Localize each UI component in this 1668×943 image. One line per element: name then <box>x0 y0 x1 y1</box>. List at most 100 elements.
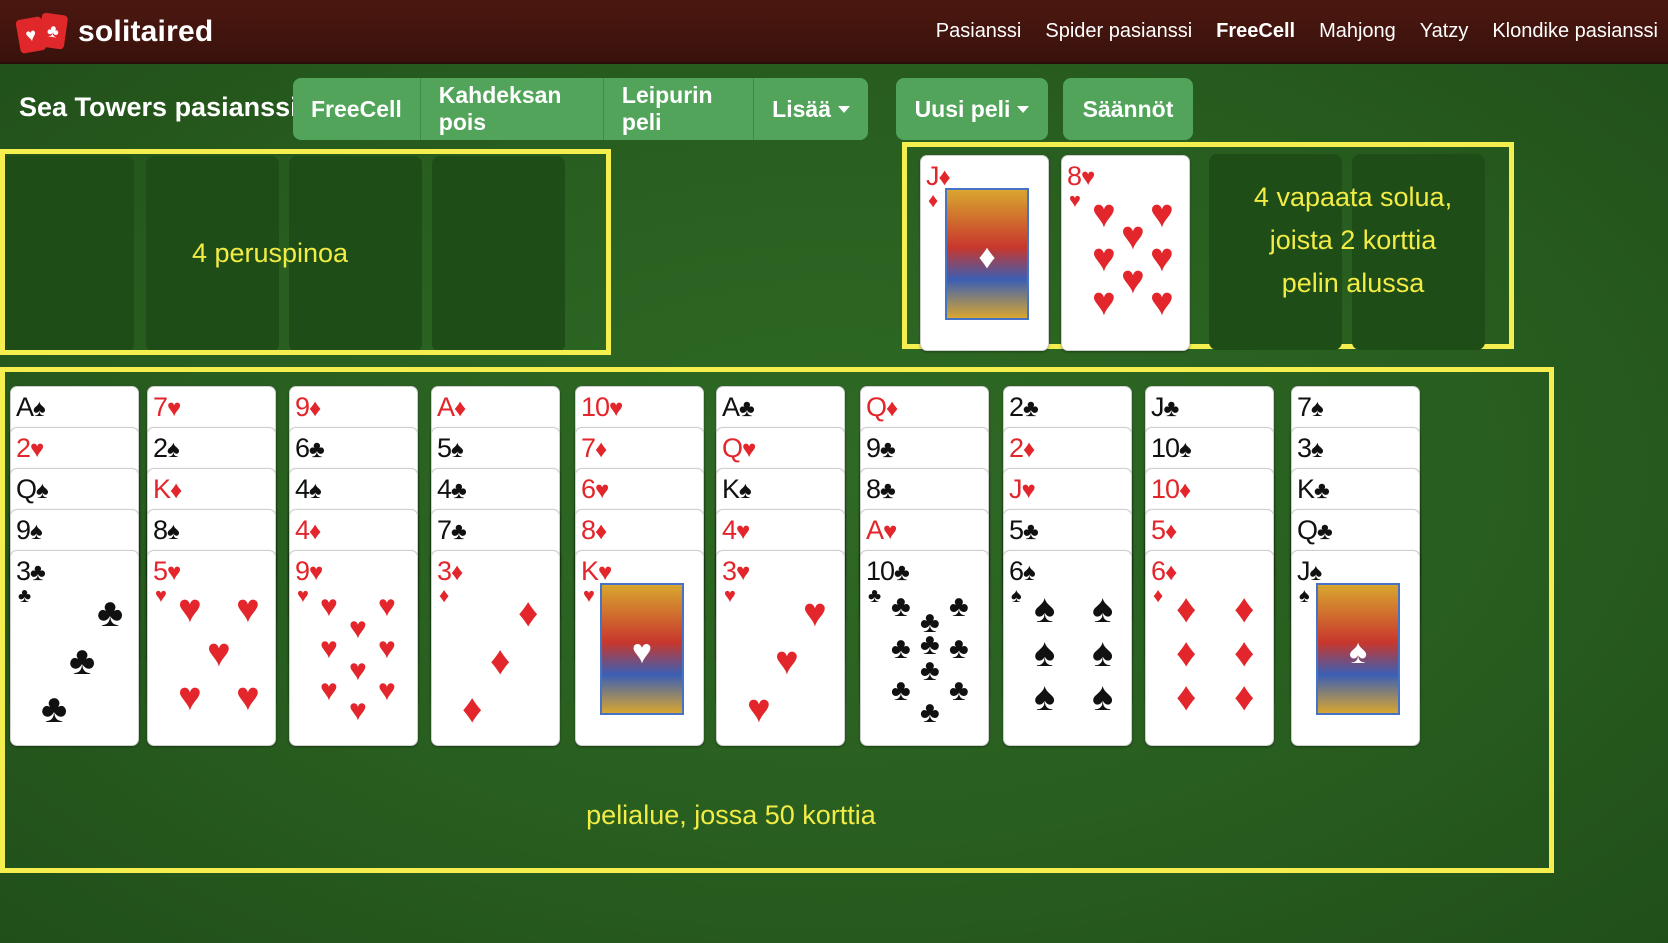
card-index: 2♠ <box>153 433 180 463</box>
hearts-icon: ♥ <box>803 591 827 635</box>
clubs-icon: ♣ <box>868 585 882 607</box>
game-variant-menu: FreeCell Kahdeksan pois Leipurin peli Li… <box>293 78 868 140</box>
spades-icon: ♠ <box>1092 587 1114 631</box>
card-index: A♥ <box>866 515 897 545</box>
diamonds-icon: ♦ <box>1153 585 1164 607</box>
tableau-card[interactable]: 10♣ ♣ ♣ ♣ ♣ ♣ ♣ ♣ ♣ ♣ ♣ ♣ <box>860 550 989 746</box>
card-index: 3♦ <box>437 556 463 586</box>
card-index: 3♣ <box>16 556 46 586</box>
rules-button[interactable]: Säännöt <box>1063 78 1193 140</box>
nav-item-freecell[interactable]: FreeCell <box>1216 20 1295 43</box>
diamonds-icon: ♦ <box>1176 587 1197 631</box>
card-index: 8♣ <box>866 474 896 504</box>
hearts-icon: ♥ <box>320 674 338 707</box>
hearts-icon: ♥ <box>1069 190 1081 212</box>
card-index: 5♠ <box>437 433 464 463</box>
hearts-icon: ♥ <box>1150 192 1174 236</box>
hearts-icon: ♥ <box>724 585 736 607</box>
clubs-icon: ♣ <box>949 632 969 665</box>
nav-item-klondike[interactable]: Klondike pasianssi <box>1492 20 1658 43</box>
diamonds-icon: ♦ <box>462 687 483 731</box>
freecells-annotation: 4 vapaata solua, joista 2 korttia pelin … <box>1253 182 1453 298</box>
card-index: 6♦ <box>1151 556 1177 586</box>
hearts-icon: ♥ <box>1150 280 1174 324</box>
new-game-group: Uusi peli <box>896 78 1048 140</box>
card-index: Q♣ <box>1297 515 1333 545</box>
spades-icon: ♠ <box>1034 587 1056 631</box>
more-variants-dropdown[interactable]: Lisää <box>754 78 868 140</box>
brand-logo[interactable]: ♥ ♣ solitaired <box>15 12 214 54</box>
hearts-icon: ♥ <box>1092 236 1116 280</box>
card-index: 5♥ <box>153 556 181 586</box>
card-index: A♠ <box>16 392 46 422</box>
rules-group: Säännöt <box>1063 78 1193 140</box>
clubs-icon: ♣ <box>949 590 969 623</box>
card-index: K♠ <box>722 474 752 504</box>
spades-icon: ♠ <box>1034 631 1056 675</box>
card-index: K♣ <box>1297 474 1330 504</box>
spades-icon: ♠ <box>1092 631 1114 675</box>
card-index: 9♦ <box>295 392 321 422</box>
tableau-card[interactable]: 6♦ ♦ ♦ ♦ ♦ ♦ ♦ ♦ <box>1145 550 1274 746</box>
chevron-down-icon <box>838 105 850 113</box>
card-index: K♦ <box>153 474 182 504</box>
hearts-icon: ♥ <box>1092 192 1116 236</box>
foundations-annotation: 4 peruspinoa <box>191 238 349 268</box>
hearts-icon: ♥ <box>378 632 396 665</box>
card-index: 8♦ <box>581 515 607 545</box>
freecell-card-1[interactable]: J♦ ♦ ♦ <box>920 155 1049 351</box>
card-index: 4♠ <box>295 474 322 504</box>
hearts-icon: ♥ <box>1121 214 1145 258</box>
tableau-card[interactable]: 6♠ ♠ ♠ ♠ ♠ ♠ ♠ ♠ <box>1003 550 1132 746</box>
spades-icon: ♠ <box>1011 585 1022 607</box>
clubs-icon: ♣ <box>891 632 911 665</box>
tableau-card[interactable]: 3♥ ♥ ♥ ♥ ♥ <box>716 550 845 746</box>
freecell-card-2[interactable]: 8♥ ♥ ♥ ♥ ♥ ♥ ♥ ♥ ♥ ♥ <box>1061 155 1190 351</box>
court-figure-icon: ♥ <box>600 583 684 715</box>
card-index: 9♣ <box>866 433 896 463</box>
tableau-card[interactable]: 3♦ ♦ ♦ ♦ ♦ <box>431 550 560 746</box>
diamonds-icon: ♦ <box>490 639 511 683</box>
diamonds-icon: ♦ <box>1234 631 1255 675</box>
hearts-icon: ♥ <box>1150 236 1174 280</box>
card-index: 6♠ <box>1009 556 1036 586</box>
tableau-annotation: pelialue, jossa 50 korttia <box>586 800 876 830</box>
hearts-icon: ♥ <box>1092 280 1116 324</box>
hearts-icon: ♥ <box>775 639 799 683</box>
clubs-icon: ♣ <box>920 628 940 661</box>
card-index: 9♥ <box>295 556 323 586</box>
diamonds-icon: ♦ <box>1234 675 1255 719</box>
card-index: 7♣ <box>437 515 467 545</box>
clubs-icon: ♣ <box>891 590 911 623</box>
main-nav: Pasianssi Spider pasianssi FreeCell Mahj… <box>912 20 1658 43</box>
hearts-icon: ♥ <box>1121 258 1145 302</box>
tableau-card[interactable]: J♠ ♠ ♠ <box>1291 550 1420 746</box>
card-index: 5♣ <box>1009 515 1039 545</box>
chevron-down-icon <box>1017 105 1030 113</box>
diamonds-icon: ♦ <box>928 190 939 212</box>
nav-item-mahjong[interactable]: Mahjong <box>1319 20 1396 43</box>
variant-kahdeksan-pois-button[interactable]: Kahdeksan pois <box>421 78 604 140</box>
variant-freecell-button[interactable]: FreeCell <box>293 78 421 140</box>
variant-leipurin-peli-button[interactable]: Leipurin peli <box>604 78 755 140</box>
top-navbar: ♥ ♣ solitaired Pasianssi Spider pasianss… <box>0 0 1668 64</box>
tableau-card[interactable]: K♥ ♥ ♥ <box>575 550 704 746</box>
clubs-icon: ♣ <box>949 674 969 707</box>
tableau-card[interactable]: 5♥ ♥ ♥ ♥ ♥ ♥ ♥ <box>147 550 276 746</box>
clubs-icon: ♣ <box>891 674 911 707</box>
nav-item-spider[interactable]: Spider pasianssi <box>1045 20 1192 43</box>
clubs-icon: ♣ <box>69 639 96 683</box>
hearts-icon: ♥ <box>207 631 231 675</box>
brand-name: solitaired <box>78 15 214 48</box>
new-game-dropdown[interactable]: Uusi peli <box>896 78 1048 140</box>
diamonds-icon: ♦ <box>1176 631 1197 675</box>
nav-item-pasianssi[interactable]: Pasianssi <box>936 20 1022 43</box>
tableau-card[interactable]: 3♣ ♣ ♣ ♣ ♣ <box>10 550 139 746</box>
tableau-card[interactable]: 9♥ ♥ ♥ ♥ ♥ ♥ ♥ ♥ ♥ ♥ ♥ <box>289 550 418 746</box>
nav-item-yatzy[interactable]: Yatzy <box>1420 20 1469 43</box>
card-index: 7♠ <box>1297 392 1324 422</box>
card-index: 10♣ <box>866 556 910 586</box>
hearts-icon: ♥ <box>378 590 396 623</box>
card-index: 8♠ <box>153 515 180 545</box>
hearts-icon: ♥ <box>297 585 309 607</box>
